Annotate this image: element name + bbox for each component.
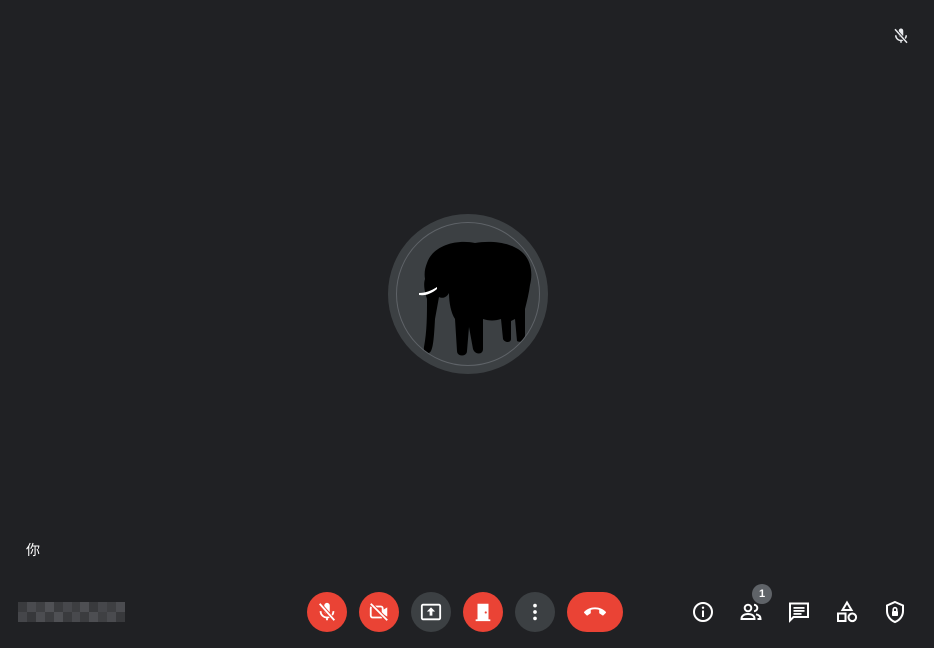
present-to-all-icon <box>420 603 442 621</box>
host-controls-button[interactable] <box>871 592 919 632</box>
more-options-button[interactable] <box>515 592 555 632</box>
participant-count-badge: 1 <box>752 584 772 604</box>
present-screen-button[interactable] <box>411 592 451 632</box>
participant-avatar <box>388 214 548 374</box>
chat-icon <box>789 602 809 623</box>
info-icon <box>693 602 713 622</box>
side-controls-bar: 1 <box>679 584 919 632</box>
leave-room-button[interactable] <box>463 592 503 632</box>
pixelated-meeting-code <box>18 602 125 622</box>
shapes-icon <box>837 600 858 623</box>
activities-button[interactable] <box>823 592 871 632</box>
elephant-avatar-icon <box>396 222 540 366</box>
more-vert-icon <box>533 603 537 621</box>
mic-off-icon <box>892 27 910 45</box>
hang-up-button[interactable] <box>567 592 623 632</box>
door-icon <box>475 603 491 622</box>
mic-off-icon <box>318 602 336 622</box>
call-controls-bar <box>307 592 623 632</box>
call-end-icon <box>584 607 606 616</box>
people-button[interactable]: 1 <box>727 584 775 632</box>
self-name-label: 你 <box>26 543 40 559</box>
meeting-details-button[interactable] <box>679 592 727 632</box>
meeting-stage: 你 1 <box>0 0 934 648</box>
microphone-toggle-button[interactable] <box>307 592 347 632</box>
chat-button[interactable] <box>775 592 823 632</box>
videocam-off-icon <box>369 602 389 622</box>
camera-toggle-button[interactable] <box>359 592 399 632</box>
shield-lock-icon <box>886 600 904 624</box>
